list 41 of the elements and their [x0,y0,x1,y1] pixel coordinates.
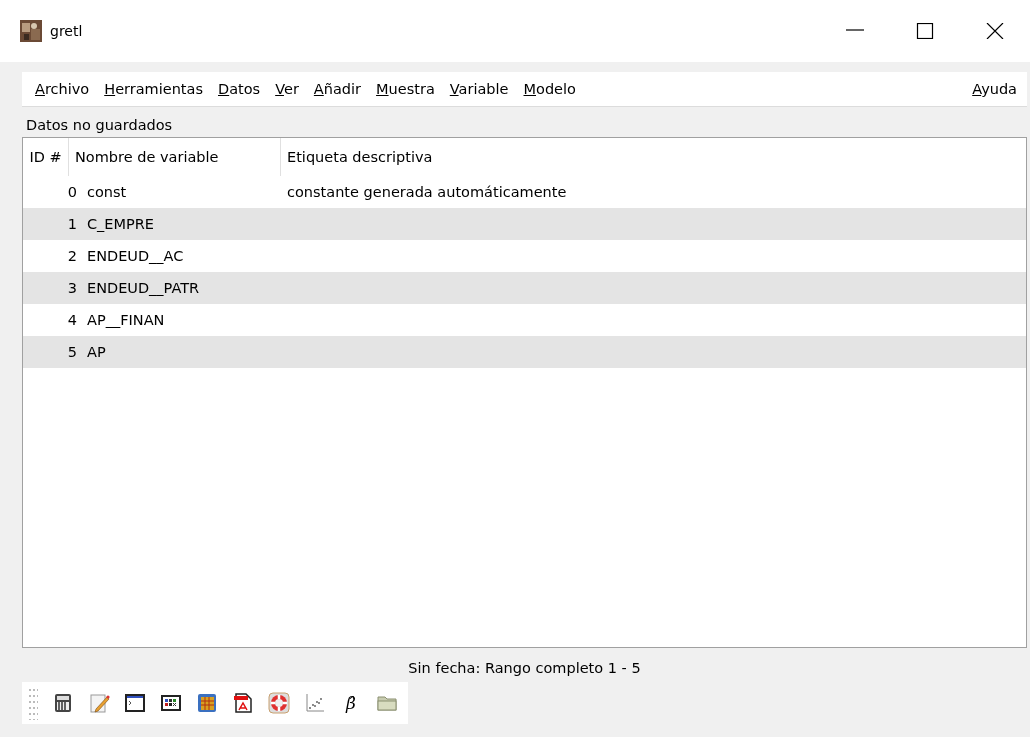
column-header[interactable]: ID # [23,138,69,176]
grip-icon [28,686,38,720]
menu-item[interactable]: Datos [215,81,273,97]
menu-item[interactable]: Herramientas [101,81,215,97]
table-cell-text: constante generada automáticamente [286,184,568,200]
terminal-icon[interactable] [124,692,146,714]
status-text: Sin fecha: Rango completo 1 - 5 [407,659,642,678]
table-cell-text: C_EMPRE [86,216,156,232]
menu-item[interactable]: Añadir [310,81,374,97]
table-cell-text: AP [86,344,107,360]
lifebuoy-icon[interactable] [268,692,290,714]
maximize-icon[interactable] [916,23,934,39]
column-header[interactable]: Etiqueta descriptiva [281,138,439,176]
data-status-text: Datos no guardados [25,116,174,135]
table-cell-text: AP__FINAN [86,312,166,328]
table-cell-text: 3 [66,280,78,296]
toolbar-button[interactable]: β̂ [340,692,362,714]
close-icon[interactable] [986,23,1004,39]
menu-item[interactable]: Archivo [32,81,102,97]
calculator-icon[interactable] [52,692,74,714]
table-cell-text: 5 [66,344,78,360]
window-title: gretl [50,23,84,39]
table-cell-text: 2 [66,248,78,264]
table-cell-text: 0 [66,184,78,200]
pdf-icon[interactable] [232,692,254,714]
table-cell-text: const [86,184,128,200]
app-icon [20,20,42,42]
menu-item[interactable]: Muestra [373,81,447,97]
menu-item[interactable]: Ayuda [969,81,1017,97]
menu-item[interactable]: Modelo [520,81,588,97]
table-cell-text: ENDEUD__AC [86,248,185,264]
table-cell-text: ENDEUD__PATR [86,280,201,296]
table-cell-text: 4 [66,312,78,328]
menu-item[interactable]: Variable [446,81,521,97]
menu-item[interactable]: Ver [272,81,311,97]
icon-grid-icon[interactable] [160,692,182,714]
scatter-plot-icon[interactable] [304,692,326,714]
table-cell-text: 1 [66,216,78,232]
column-header[interactable]: Nombre de variable [69,138,281,176]
pencil-note-icon[interactable] [88,692,110,714]
spreadsheet-icon[interactable] [196,692,218,714]
